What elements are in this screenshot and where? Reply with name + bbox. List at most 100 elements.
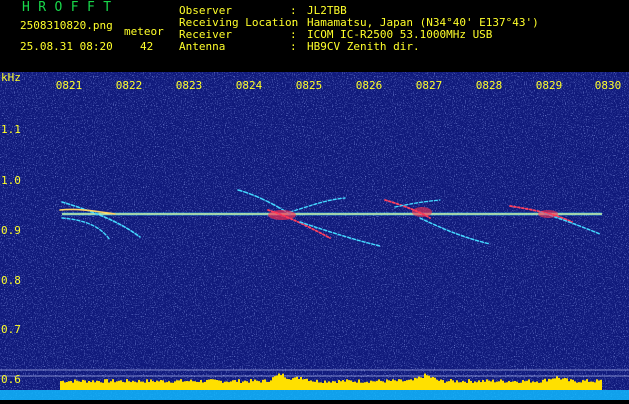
- noise-bar: [442, 380, 444, 390]
- noise-bar: [306, 378, 308, 390]
- noise-bar: [584, 380, 586, 390]
- noise-bar: [224, 381, 226, 390]
- noise-bar: [532, 381, 534, 390]
- noise-bar: [520, 382, 522, 390]
- spectrogram: [0, 72, 629, 400]
- noise-bar: [418, 376, 420, 390]
- noise-bar: [110, 381, 112, 390]
- noise-bar: [548, 378, 550, 390]
- time-tick-label: 0829: [535, 79, 563, 92]
- noise-bar: [296, 376, 298, 390]
- noise-bar: [262, 379, 264, 390]
- noise-bar: [280, 375, 282, 390]
- noise-bar: [472, 382, 474, 390]
- noise-bar: [320, 382, 322, 390]
- noise-bar: [390, 381, 392, 390]
- noise-bar: [84, 380, 86, 390]
- noise-bar: [182, 381, 184, 390]
- noise-bar: [132, 380, 134, 390]
- noise-bar: [218, 380, 220, 390]
- noise-bar: [424, 373, 426, 390]
- noise-bar: [272, 377, 274, 390]
- freq-tick-label: 0.7: [1, 323, 21, 336]
- noise-bar: [482, 380, 484, 390]
- noise-bar: [190, 379, 192, 390]
- noise-bar: [302, 379, 304, 390]
- noise-bar: [278, 373, 280, 390]
- noise-bar: [480, 382, 482, 390]
- noise-bar: [76, 380, 78, 390]
- noise-bar: [160, 379, 162, 390]
- noise-bar: [270, 380, 272, 390]
- noise-bar: [180, 379, 182, 390]
- noise-bar: [228, 382, 230, 390]
- noise-bar: [362, 382, 364, 390]
- noise-bar: [256, 380, 258, 390]
- noise-bar: [344, 381, 346, 390]
- time-tick-label: 0821: [55, 79, 83, 92]
- noise-bar: [576, 382, 578, 390]
- noise-bar: [252, 381, 254, 390]
- noise-bar: [558, 377, 560, 390]
- noise-bar: [574, 381, 576, 390]
- noise-bar: [128, 381, 130, 390]
- noise-bar: [458, 382, 460, 390]
- hrofft-logo: H R O F F T: [22, 0, 112, 15]
- noise-bar: [276, 375, 278, 390]
- noise-bar: [594, 382, 596, 390]
- noise-bar: [322, 382, 324, 390]
- noise-bar: [304, 379, 306, 390]
- noise-bar: [468, 379, 470, 390]
- noise-bar: [356, 382, 358, 390]
- noise-bar: [378, 379, 380, 390]
- noise-bar: [118, 380, 120, 390]
- noise-bar: [570, 379, 572, 390]
- noise-bar: [388, 380, 390, 390]
- noise-bar: [100, 382, 102, 390]
- noise-bar: [542, 379, 544, 390]
- noise-bar: [186, 381, 188, 390]
- noise-bar: [236, 381, 238, 390]
- trace: [412, 207, 432, 217]
- noise-bar: [524, 381, 526, 390]
- noise-bar: [592, 381, 594, 390]
- trace: [268, 210, 296, 220]
- noise-bar: [250, 379, 252, 390]
- freq-tick-label: 0.9: [1, 224, 21, 237]
- noise-bar: [94, 382, 96, 390]
- noise-bar: [546, 381, 548, 390]
- noise-bar: [90, 382, 92, 390]
- noise-bar: [598, 380, 600, 390]
- noise-bar: [176, 380, 178, 390]
- noise-bar: [420, 377, 422, 390]
- noise-bar: [72, 382, 74, 390]
- noise-bar: [562, 378, 564, 390]
- noise-bar: [126, 379, 128, 390]
- noise-bar: [60, 381, 62, 390]
- noise-bar: [204, 381, 206, 390]
- noise-bar: [586, 379, 588, 390]
- noise-bar: [448, 381, 450, 390]
- noise-bar: [484, 381, 486, 390]
- noise-bar: [348, 380, 350, 390]
- noise-bar: [138, 379, 140, 390]
- noise-bar: [396, 381, 398, 390]
- noise-bar: [366, 381, 368, 390]
- noise-bar: [330, 382, 332, 390]
- noise-bar: [258, 381, 260, 390]
- noise-texture: [0, 72, 629, 400]
- noise-bar: [98, 381, 100, 390]
- noise-bar: [444, 382, 446, 390]
- noise-bar: [70, 380, 72, 390]
- noise-bar: [332, 381, 334, 390]
- freq-tick-label: 1.1: [1, 123, 21, 136]
- noise-bar: [336, 382, 338, 390]
- time-tick-label: 0824: [235, 79, 263, 92]
- noise-bar: [116, 381, 118, 390]
- noise-bar: [106, 379, 108, 390]
- noise-bar: [66, 382, 68, 390]
- noise-bar: [508, 381, 510, 390]
- noise-bar: [316, 379, 318, 390]
- noise-bar: [428, 375, 430, 390]
- noise-bar: [486, 379, 488, 390]
